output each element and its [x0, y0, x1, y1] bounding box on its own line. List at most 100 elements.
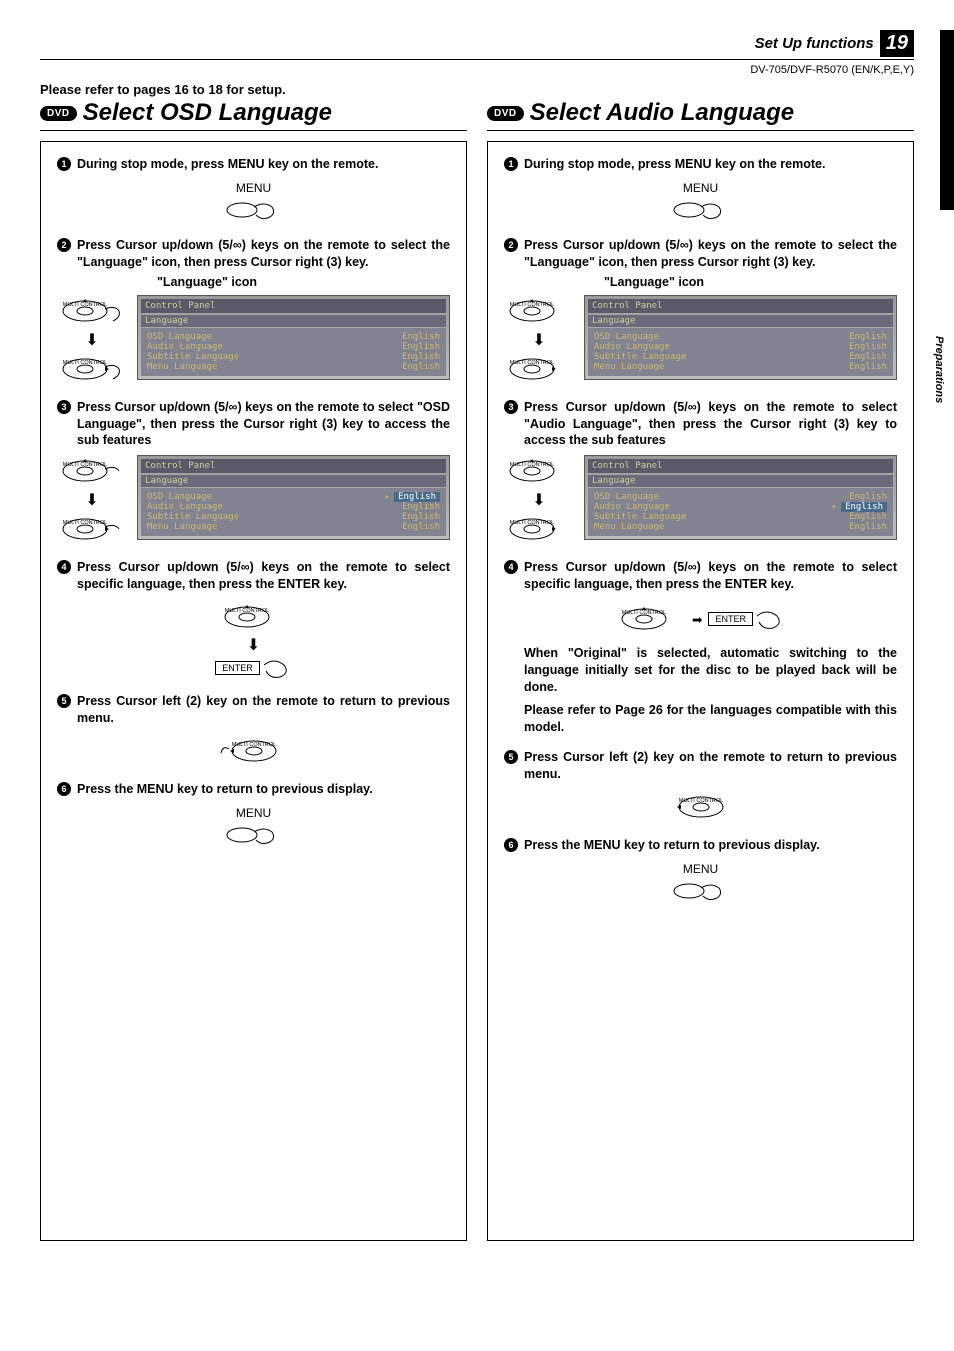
- left-step4-text: Press Cursor up/down (5/∞) keys on the r…: [77, 559, 450, 593]
- multi-control-icon: MULTI CONTROL: [504, 513, 574, 545]
- svg-text:MULTI CONTROL: MULTI CONTROL: [510, 360, 555, 366]
- svg-text:MULTI CONTROL: MULTI CONTROL: [510, 520, 555, 526]
- osd-panel: Control Panel Language OSD LanguageEngli…: [584, 455, 897, 540]
- left-step2-text: Press Cursor up/down (5/∞) keys on the r…: [77, 237, 450, 271]
- osd-row-value: English: [402, 362, 440, 372]
- right-step3-text: Press Cursor up/down (5/∞) keys on the r…: [524, 399, 897, 450]
- svg-text:MULTI CONTROL: MULTI CONTROL: [678, 798, 723, 804]
- multi-control-icon: MULTI CONTROL: [219, 601, 289, 633]
- osd-row-label: OSD Language: [147, 332, 212, 342]
- multi-control-icon: MULTI CONTROL: [57, 353, 127, 385]
- right-title: Select Audio Language: [530, 99, 794, 127]
- osd-row-label: Audio Language: [147, 502, 223, 512]
- remote-hand-icon: [224, 822, 284, 848]
- right-step1-text: During stop mode, press MENU key on the …: [524, 156, 897, 173]
- osd-row-label: Subtitle Language: [594, 352, 686, 362]
- right-content-box: 1 During stop mode, press MENU key on th…: [487, 141, 914, 1241]
- osd-row-value: English: [849, 332, 887, 342]
- multi-control-icon: MULTI CONTROL: [57, 513, 127, 545]
- enter-key-label: ENTER: [215, 661, 260, 675]
- page-number: 19: [880, 30, 914, 57]
- osd-row-value: English: [402, 512, 440, 522]
- osd-row-label: Menu Language: [594, 522, 664, 532]
- osd-row-value: English: [402, 352, 440, 362]
- menu-label: MENU: [683, 862, 718, 876]
- side-tab-preparations: Preparations: [932, 330, 946, 409]
- osd-row-label: Audio Language: [147, 342, 223, 352]
- osd-row-value: English: [402, 522, 440, 532]
- osd-row-value: English: [849, 522, 887, 532]
- language-icon-label: "Language" icon: [157, 275, 450, 289]
- multi-control-icon: MULTI CONTROL: [666, 791, 736, 823]
- multi-control-icon: MULTI CONTROL: [616, 603, 686, 635]
- multi-control-icon: MULTI CONTROL: [57, 455, 127, 487]
- osd-row-label: Menu Language: [594, 362, 664, 372]
- osd-row-label: Subtitle Language: [147, 512, 239, 522]
- menu-label: MENU: [236, 806, 271, 820]
- osd-panel-title: Control Panel: [588, 299, 893, 313]
- step-number-icon: 1: [504, 157, 518, 171]
- svg-text:MULTI CONTROL: MULTI CONTROL: [510, 302, 555, 308]
- osd-row-value: English: [849, 352, 887, 362]
- right-step4-note2: Please refer to Page 26 for the language…: [524, 702, 897, 736]
- down-arrow-icon: ⬇: [247, 635, 260, 655]
- multi-control-icon: MULTI CONTROL: [57, 295, 127, 327]
- multi-control-icon: MULTI CONTROL: [504, 295, 574, 327]
- down-arrow-icon: ⬇: [85, 330, 98, 350]
- left-step5-text: Press Cursor left (2) key on the remote …: [77, 693, 450, 727]
- step-number-icon: 1: [57, 157, 71, 171]
- remote-hand-icon: [671, 197, 731, 223]
- osd-section-label: Language: [141, 475, 446, 487]
- osd-section-label: Language: [141, 315, 446, 327]
- osd-panel-title: Control Panel: [588, 459, 893, 473]
- step-number-icon: 3: [504, 400, 518, 414]
- osd-panel: Control Panel Language OSD LanguageEngli…: [584, 295, 897, 380]
- right-arrow-icon: ➡: [692, 612, 702, 627]
- left-column: DVD Select OSD Language 1 During stop mo…: [40, 99, 467, 1241]
- step-number-icon: 2: [57, 238, 71, 252]
- menu-label: MENU: [236, 181, 271, 195]
- left-content-box: 1 During stop mode, press MENU key on th…: [40, 141, 467, 1241]
- step-number-icon: 6: [504, 838, 518, 852]
- osd-row-label: Subtitle Language: [147, 352, 239, 362]
- osd-row-value: English: [394, 492, 440, 502]
- osd-panel-title: Control Panel: [141, 459, 446, 473]
- header-rule: [40, 59, 914, 60]
- model-code: DV-705/DVF-R5070 (EN/K,P,E,Y): [40, 64, 914, 76]
- step-number-icon: 5: [504, 750, 518, 764]
- step-number-icon: 4: [504, 560, 518, 574]
- edge-tab-bar: [940, 30, 954, 210]
- down-arrow-icon: ⬇: [532, 490, 545, 510]
- osd-row-label: Menu Language: [147, 522, 217, 532]
- left-step3-text: Press Cursor up/down (5/∞) keys on the r…: [77, 399, 450, 450]
- dvd-badge: DVD: [487, 106, 524, 121]
- osd-panel: Control Panel Language OSD Language Engli…: [137, 295, 450, 380]
- left-title: Select OSD Language: [83, 99, 332, 127]
- osd-panel: Control Panel Language OSD Language▸Engl…: [137, 455, 450, 540]
- multi-control-icon: MULTI CONTROL: [219, 735, 289, 767]
- language-icon-label: "Language" icon: [604, 275, 897, 289]
- right-step5-text: Press Cursor left (2) key on the remote …: [524, 749, 897, 783]
- svg-text:MULTI CONTROL: MULTI CONTROL: [224, 608, 269, 614]
- svg-text:MULTI CONTROL: MULTI CONTROL: [510, 462, 555, 468]
- right-step4-text: Press Cursor up/down (5/∞) keys on the r…: [524, 559, 897, 593]
- svg-text:MULTI CONTROL: MULTI CONTROL: [63, 462, 108, 468]
- section-name: Set Up functions: [755, 35, 874, 52]
- down-arrow-icon: ⬇: [85, 490, 98, 510]
- osd-row-label: Menu Language: [147, 362, 217, 372]
- osd-panel-title: Control Panel: [141, 299, 446, 313]
- osd-row-value: English: [402, 342, 440, 352]
- svg-text:MULTI CONTROL: MULTI CONTROL: [622, 610, 667, 616]
- osd-row-value: English: [841, 502, 887, 512]
- step-number-icon: 4: [57, 560, 71, 574]
- osd-section-label: Language: [588, 315, 893, 327]
- remote-hand-icon: [671, 878, 731, 904]
- multi-control-icon: MULTI CONTROL: [504, 353, 574, 385]
- osd-row-value: English: [849, 342, 887, 352]
- osd-row-label: OSD Language: [594, 492, 659, 502]
- right-step6-text: Press the MENU key to return to previous…: [524, 837, 897, 854]
- osd-row-label: Subtitle Language: [594, 512, 686, 522]
- svg-text:MULTI CONTROL: MULTI CONTROL: [63, 302, 108, 308]
- enter-key-label: ENTER: [708, 612, 753, 626]
- step-number-icon: 3: [57, 400, 71, 414]
